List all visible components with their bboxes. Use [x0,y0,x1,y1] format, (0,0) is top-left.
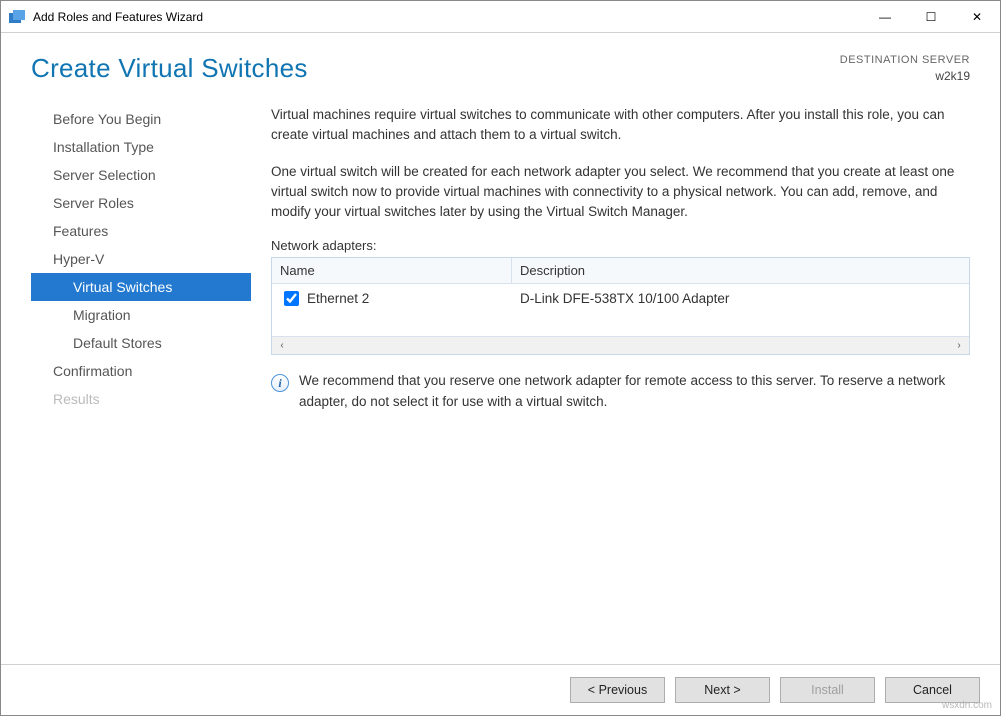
window-control-box: — ☐ ✕ [862,1,1000,33]
sidebar-item-hyper-v[interactable]: Hyper-V [31,245,251,273]
next-button[interactable]: Next > [675,677,770,703]
destination-server: w2k19 [840,68,970,85]
scroll-right-icon[interactable]: › [951,339,967,353]
adapter-checkbox[interactable] [284,291,299,306]
grid-header: Name Description [272,258,969,284]
body: Before You BeginInstallation TypeServer … [1,95,1000,664]
title-bar: Add Roles and Features Wizard — ☐ ✕ [1,1,1000,33]
minimize-button[interactable]: — [862,1,908,33]
close-button[interactable]: ✕ [954,1,1000,33]
main-content: Virtual machines require virtual switche… [251,95,970,664]
window-title: Add Roles and Features Wizard [33,10,203,24]
page-title: Create Virtual Switches [31,53,308,84]
grid-body: Ethernet 2 D-Link DFE-538TX 10/100 Adapte… [272,284,969,336]
sidebar-item-installation-type[interactable]: Installation Type [31,133,251,161]
adapter-desc: D-Link DFE-538TX 10/100 Adapter [512,291,969,306]
sidebar-item-default-stores[interactable]: Default Stores [31,329,251,357]
adapter-name-cell: Ethernet 2 [272,288,512,309]
intro-paragraph-2: One virtual switch will be created for e… [271,162,970,223]
install-button: Install [780,677,875,703]
sidebar-item-confirmation[interactable]: Confirmation [31,357,251,385]
maximize-button[interactable]: ☐ [908,1,954,33]
sidebar-item-server-roles[interactable]: Server Roles [31,189,251,217]
grid-scrollbar[interactable]: ‹ › [272,336,969,354]
wizard-window: Add Roles and Features Wizard — ☐ ✕ Crea… [0,0,1001,716]
info-row: i We recommend that you reserve one netw… [271,371,970,412]
adapter-row[interactable]: Ethernet 2 D-Link DFE-538TX 10/100 Adapte… [272,284,969,313]
wizard-icon [9,9,25,25]
network-adapters-grid: Name Description Ethernet 2 D-Link DFE-53… [271,257,970,355]
header: Create Virtual Switches DESTINATION SERV… [1,33,1000,95]
sidebar-item-server-selection[interactable]: Server Selection [31,161,251,189]
sidebar-item-before-you-begin[interactable]: Before You Begin [31,105,251,133]
destination-label: DESTINATION SERVER [840,53,970,68]
adapters-label: Network adapters: [271,238,970,253]
adapter-name: Ethernet 2 [307,291,369,306]
info-text: We recommend that you reserve one networ… [299,371,970,412]
previous-button[interactable]: < Previous [570,677,665,703]
destination-block: DESTINATION SERVER w2k19 [840,53,970,85]
wizard-steps-sidebar: Before You BeginInstallation TypeServer … [31,95,251,664]
sidebar-item-migration[interactable]: Migration [31,301,251,329]
intro-paragraph-1: Virtual machines require virtual switche… [271,105,970,146]
sidebar-item-features[interactable]: Features [31,217,251,245]
sidebar-item-results: Results [31,385,251,413]
info-icon: i [271,374,289,392]
col-desc-header[interactable]: Description [512,258,969,283]
scroll-left-icon[interactable]: ‹ [274,339,290,353]
wizard-footer: < Previous Next > Install Cancel [1,664,1000,715]
col-name-header[interactable]: Name [272,258,512,283]
sidebar-item-virtual-switches[interactable]: Virtual Switches [31,273,251,301]
watermark: wsxdn.com [942,700,992,711]
